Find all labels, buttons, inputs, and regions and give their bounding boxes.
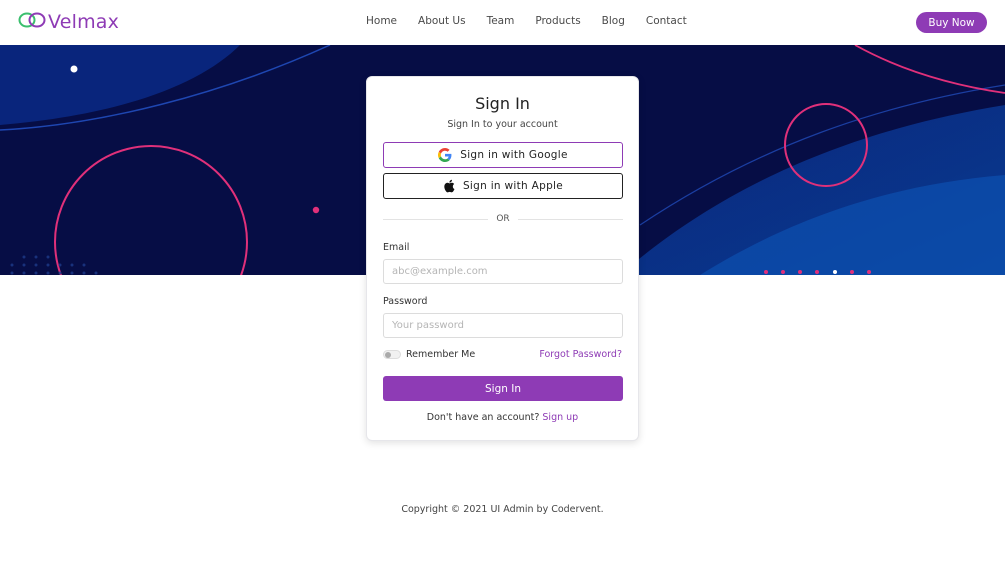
footer-copyright: Copyright © 2021 UI Admin by Codervent. (401, 504, 604, 515)
infinity-logo-icon (18, 11, 46, 34)
nav-link-blog[interactable]: Blog (602, 15, 625, 27)
nav-link-about-us[interactable]: About Us (418, 15, 466, 27)
apple-signin-button[interactable]: Sign in with Apple (383, 173, 623, 199)
password-field[interactable] (383, 313, 623, 338)
apple-signin-label: Sign in with Apple (462, 180, 564, 192)
nav-link-products[interactable]: Products (535, 15, 580, 27)
remember-me-label: Remember Me (406, 349, 476, 360)
remember-me-toggle[interactable] (383, 350, 401, 359)
brand-name: Velmax (48, 11, 120, 33)
or-text: OR (496, 214, 510, 224)
signin-title: Sign In (475, 94, 530, 113)
password-label: Password (383, 296, 428, 307)
google-signin-button[interactable]: Sign in with Google (383, 142, 623, 168)
google-icon (438, 148, 452, 162)
signin-card: Sign In Sign In to your account Sign in … (366, 76, 639, 441)
signup-link[interactable]: Sign up (542, 412, 578, 423)
forgot-password-link[interactable]: Forgot Password? (539, 349, 622, 360)
signup-prompt-text: Don't have an account? (426, 412, 540, 423)
signin-subtitle: Sign In to your account (447, 119, 558, 130)
buy-now-button[interactable]: Buy Now (916, 12, 987, 33)
signup-prompt: Don't have an account? Sign up (367, 412, 638, 423)
remember-me: Remember Me (383, 349, 475, 360)
or-divider: OR (383, 214, 623, 224)
nav-link-contact[interactable]: Contact (646, 15, 687, 27)
apple-icon (443, 179, 455, 193)
google-signin-label: Sign in with Google (460, 149, 568, 161)
main-nav: Home About Us Team Products Blog Contact (366, 15, 708, 27)
nav-link-home[interactable]: Home (366, 15, 397, 27)
nav-link-team[interactable]: Team (487, 15, 515, 27)
email-field[interactable] (383, 259, 623, 284)
brand-logo[interactable]: Velmax (18, 10, 119, 34)
email-label: Email (383, 242, 410, 253)
sign-in-button[interactable]: Sign In (383, 376, 623, 401)
top-navbar: Velmax Home About Us Team Products Blog … (0, 0, 1005, 45)
